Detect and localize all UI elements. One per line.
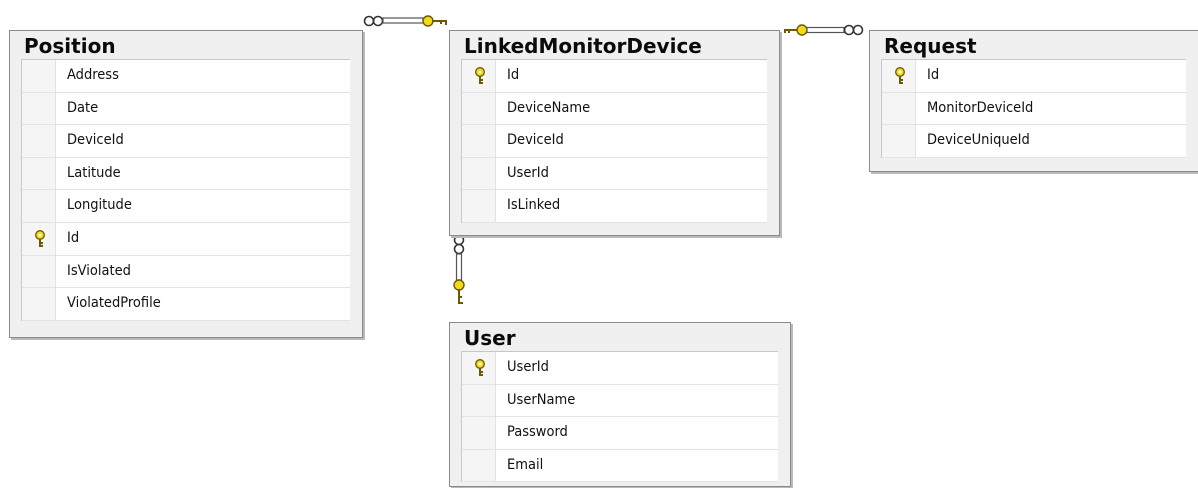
linkedmonitordevice-table[interactable]: LinkedMonitorDevice Id DeviceName DeviceId…	[449, 30, 780, 236]
row-selector[interactable]	[22, 222, 56, 255]
relationship-linkedmonitordevice-user[interactable]	[453, 234, 465, 304]
relationship-linkedmonitordevice-request[interactable]	[784, 24, 864, 36]
row-selector[interactable]	[22, 190, 56, 222]
relationship-position-linkedmonitordevice[interactable]	[363, 15, 447, 27]
column-row[interactable]: UserId	[462, 352, 778, 385]
row-selector[interactable]	[462, 384, 496, 417]
primary-key-icon	[474, 359, 486, 377]
column-list: Address Date DeviceId Latitude Longitude Id Is…	[21, 59, 350, 321]
row-selector[interactable]	[462, 125, 496, 157]
primary-key-icon	[34, 230, 46, 248]
user-table[interactable]: User UserId UserName Password Email	[449, 322, 791, 487]
row-selector[interactable]	[462, 190, 496, 222]
one-end-key-icon	[453, 279, 465, 304]
row-selector[interactable]	[882, 60, 916, 92]
column-name: Longitude	[67, 197, 132, 214]
one-end-key-icon	[422, 15, 447, 27]
column-name: ViolatedProfile	[67, 295, 161, 312]
column-row[interactable]: Address	[22, 60, 350, 93]
primary-key-icon	[894, 67, 906, 85]
column-row[interactable]: Id	[462, 60, 767, 93]
column-list: Id DeviceName DeviceId UserId IsLinked	[461, 59, 767, 223]
column-name: Password	[507, 424, 568, 441]
column-row[interactable]: Longitude	[22, 190, 350, 223]
column-row[interactable]: DeviceId	[22, 125, 350, 158]
column-row[interactable]: ViolatedProfile	[22, 288, 350, 321]
row-selector[interactable]	[22, 288, 56, 320]
request-table[interactable]: Request Id MonitorDeviceId DeviceUniqueId	[869, 30, 1198, 172]
column-row[interactable]: IsLinked	[462, 190, 767, 223]
table-title: User	[464, 326, 516, 350]
column-name: IsLinked	[507, 197, 561, 214]
column-list: Id MonitorDeviceId DeviceUniqueId	[881, 59, 1186, 158]
column-row[interactable]: Password	[462, 417, 778, 450]
column-row[interactable]: Id	[882, 60, 1186, 93]
column-row[interactable]: DeviceName	[462, 92, 767, 126]
row-selector[interactable]	[22, 255, 56, 288]
column-list: UserId UserName Password Email	[461, 351, 778, 483]
column-name: IsViolated	[67, 262, 131, 279]
row-selector[interactable]	[22, 92, 56, 125]
row-selector[interactable]	[882, 125, 916, 157]
column-name: Latitude	[67, 164, 121, 181]
table-title: Position	[24, 34, 116, 58]
row-selector[interactable]	[22, 157, 56, 190]
column-name: UserId	[507, 359, 549, 375]
row-selector[interactable]	[462, 449, 496, 482]
column-name: Id	[67, 229, 80, 246]
row-selector[interactable]	[462, 417, 496, 449]
column-row[interactable]: Id	[22, 222, 350, 256]
table-title: LinkedMonitorDevice	[464, 34, 702, 58]
column-name: DeviceId	[507, 132, 564, 149]
column-row[interactable]: Email	[462, 449, 778, 483]
column-name: Id	[507, 67, 520, 83]
primary-key-icon	[474, 67, 486, 85]
column-name: UserId	[507, 164, 549, 181]
column-row[interactable]: UserId	[462, 157, 767, 191]
table-title: Request	[884, 34, 977, 58]
column-row[interactable]: Latitude	[22, 157, 350, 191]
row-selector[interactable]	[22, 125, 56, 157]
many-end-infinity-icon	[363, 15, 384, 27]
column-name: DeviceUniqueId	[927, 132, 1030, 149]
column-row[interactable]: DeviceId	[462, 125, 767, 158]
column-name: Email	[507, 456, 544, 473]
row-selector[interactable]	[462, 92, 496, 125]
column-name: UserName	[507, 391, 576, 408]
row-selector[interactable]	[882, 92, 916, 125]
column-name: DeviceName	[507, 99, 591, 116]
column-name: Address	[67, 67, 119, 83]
column-name: DeviceId	[67, 132, 124, 149]
column-row[interactable]: MonitorDeviceId	[882, 92, 1186, 126]
column-row[interactable]: DeviceUniqueId	[882, 125, 1186, 158]
many-end-infinity-icon	[453, 234, 465, 255]
column-name: Date	[67, 99, 99, 116]
column-name: MonitorDeviceId	[927, 99, 1034, 116]
row-selector[interactable]	[462, 157, 496, 190]
column-row[interactable]: UserName	[462, 384, 778, 418]
position-table[interactable]: Position Address Date DeviceId Latitude Long…	[9, 30, 363, 338]
row-selector[interactable]	[22, 60, 56, 92]
column-name: Id	[927, 67, 940, 83]
row-selector[interactable]	[462, 60, 496, 92]
row-selector[interactable]	[462, 352, 496, 384]
many-end-infinity-icon	[843, 24, 864, 36]
column-row[interactable]: IsViolated	[22, 255, 350, 289]
column-row[interactable]: Date	[22, 92, 350, 126]
one-end-key-icon	[784, 24, 808, 36]
